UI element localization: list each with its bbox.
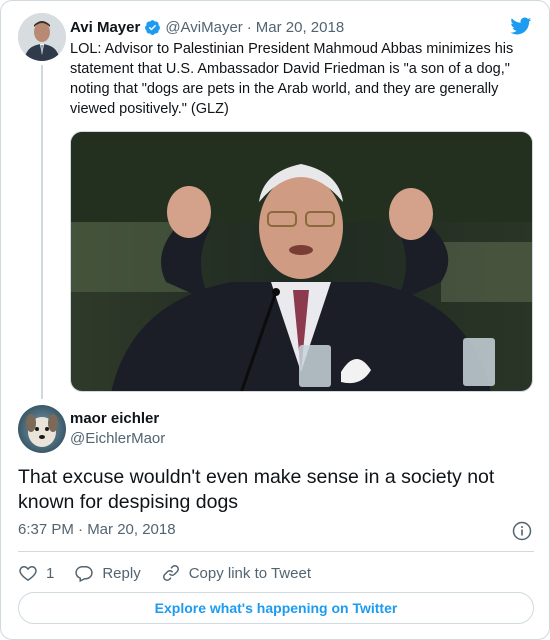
reply-tweet-text: That excuse wouldn't even make sense in … (18, 466, 495, 513)
parent-tweet-date[interactable]: Mar 20, 2018 (256, 19, 344, 36)
link-icon (162, 565, 179, 581)
reply-icon (75, 566, 94, 583)
parent-tweet-header: Avi Mayer @AviMayer · Mar 20, 2018 (70, 17, 344, 37)
parent-author-avatar[interactable] (18, 13, 66, 61)
like-count: 1 (46, 564, 55, 582)
info-icon[interactable] (512, 521, 532, 541)
parent-tweet-text: LOL: Advisor to Palestinian President Ma… (70, 41, 514, 117)
tweet-timestamp[interactable]: 6:37 PM · Mar 20, 2018 (18, 521, 176, 538)
verified-icon (144, 19, 161, 36)
parent-author-name[interactable]: Avi Mayer (70, 19, 140, 36)
tweet-media-photo[interactable] (70, 131, 533, 392)
action-divider (18, 551, 534, 552)
parent-author-handle[interactable]: @AviMayer (165, 19, 242, 36)
tweet-actions-bar: 1 Reply Copy link to Tweet (18, 561, 331, 585)
reply-label: Reply (102, 564, 141, 582)
copy-link-button[interactable]: Copy link to Tweet (161, 563, 311, 583)
tweet-embed-card: Avi Mayer @AviMayer · Mar 20, 2018 LOL: … (0, 0, 550, 640)
header-separator: · (246, 18, 252, 36)
reply-author-handle[interactable]: @EichlerMaor (70, 430, 165, 447)
copy-link-label: Copy link to Tweet (188, 564, 311, 582)
like-button[interactable]: 1 (18, 563, 54, 583)
thread-connector-line (41, 65, 43, 399)
twitter-bird-icon[interactable] (508, 15, 533, 37)
reply-author-name[interactable]: maor eichler (70, 410, 159, 427)
reply-button[interactable]: Reply (74, 563, 141, 583)
heart-icon (19, 565, 37, 581)
reply-author-avatar[interactable] (18, 405, 66, 453)
explore-twitter-button[interactable]: Explore what's happening on Twitter (18, 592, 534, 624)
